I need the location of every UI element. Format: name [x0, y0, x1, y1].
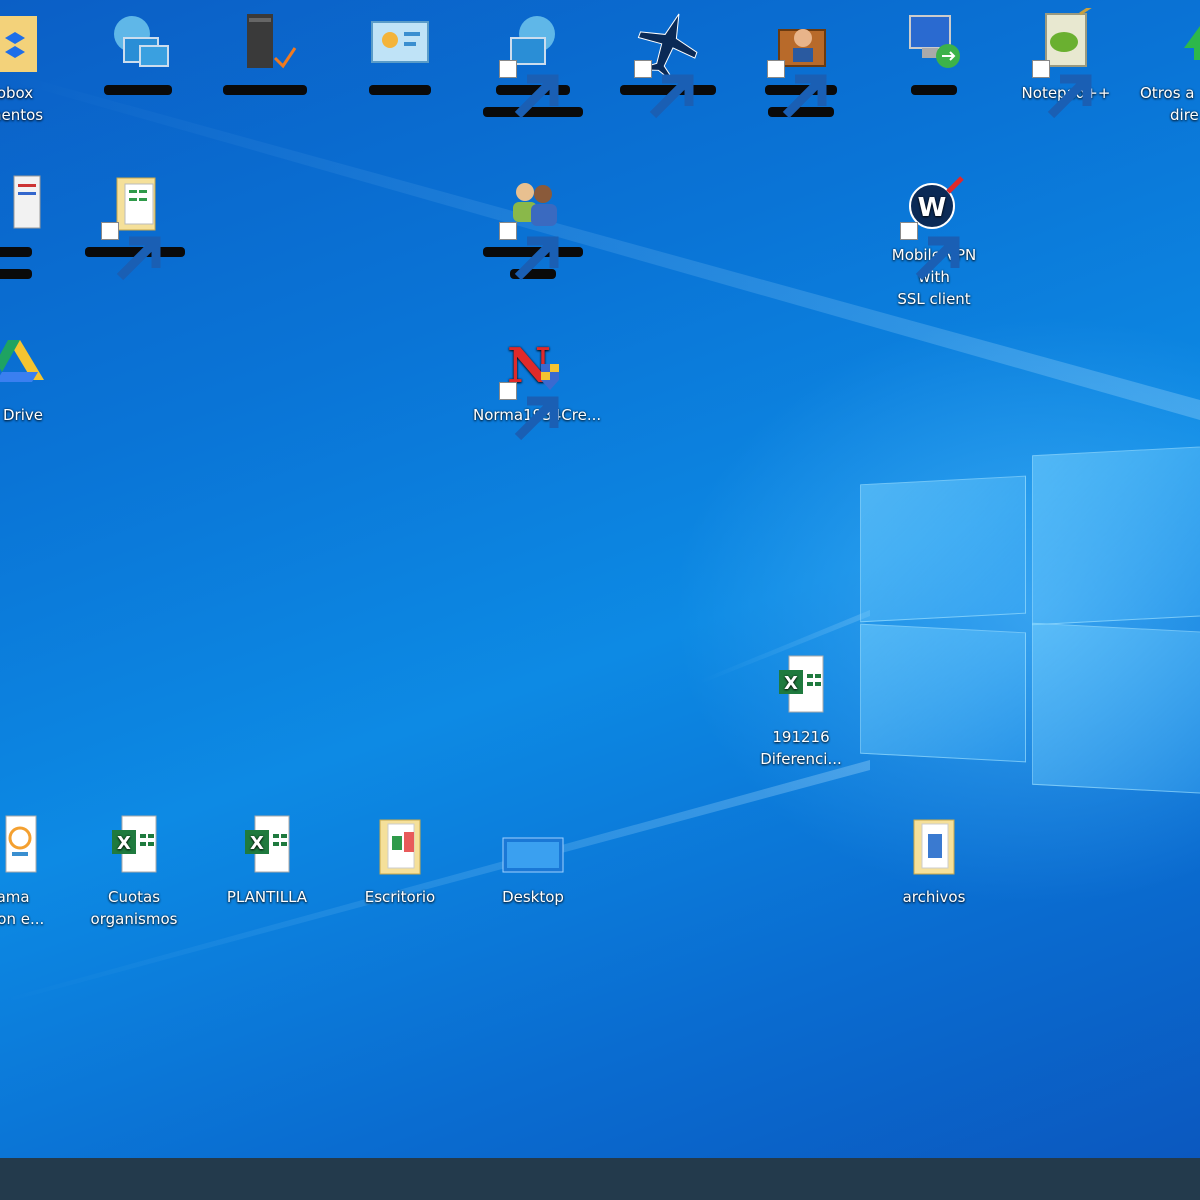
desktop-icon-escritorio[interactable]: Escritorio — [340, 812, 460, 908]
shortcut-arrow-icon — [634, 60, 694, 119]
desktop-icon-label: 191216 — [772, 728, 830, 746]
redacted-label — [0, 269, 32, 279]
desktop-icon-programa[interactable]: rama acion e... — [0, 812, 70, 930]
desktop-icon-label: Diferenci... — [760, 750, 842, 768]
redacted-label — [223, 85, 307, 95]
redacted-label — [104, 85, 172, 95]
server-icon — [247, 14, 297, 69]
desktop-icon-users[interactable] — [473, 170, 593, 288]
desktop-icon-label: acion e... — [0, 910, 45, 928]
redacted-label — [911, 85, 957, 95]
desktop-icon-label: organismos — [90, 910, 178, 928]
windows-logo — [860, 430, 1200, 820]
google-drive-icon — [0, 340, 44, 382]
desktop-icon-notepadpp[interactable]: Notepad++ — [1006, 8, 1126, 119]
network-globe-icon — [114, 16, 169, 67]
desktop-icon-label: obox — [0, 84, 34, 102]
desktop-icon-gdrive[interactable]: e Drive — [0, 330, 76, 426]
redacted-label — [0, 247, 32, 257]
desktop-icon-cuotas[interactable]: X Cuotas organismos — [74, 812, 194, 930]
desktop-icon-remote-desktop[interactable] — [874, 8, 994, 104]
svg-text:X: X — [784, 673, 798, 694]
folder-icon — [379, 819, 421, 875]
desktop-icon-label: e Drive — [0, 406, 43, 424]
desktop-icon-xls-191216[interactable]: X 191216 Diferenci... — [741, 652, 861, 770]
svg-text:W: W — [918, 193, 947, 223]
svg-text:X: X — [250, 833, 264, 854]
desktop-icon-label: PLANTILLA — [226, 888, 308, 906]
taskbar[interactable] — [0, 1158, 1200, 1200]
desktop-icon-remote-globe[interactable] — [473, 8, 593, 126]
desktop-icon-plane[interactable] — [608, 8, 728, 119]
desktop-icon-dropbox[interactable]: obox mentos — [0, 8, 75, 126]
desktop-icon-label: mentos — [0, 106, 44, 124]
remote-desktop-icon — [909, 15, 960, 68]
shortcut-arrow-icon — [900, 222, 960, 281]
desktop-icon-archivos[interactable]: archivos — [874, 812, 994, 908]
desktop-icon-server[interactable] — [205, 8, 325, 104]
redacted-label — [369, 85, 431, 95]
program-document-icon — [5, 815, 37, 873]
desktop-icon-otros[interactable]: Otros a dire — [1140, 8, 1200, 126]
desktop-icon-label: Desktop — [502, 888, 564, 906]
excel-file-icon: X — [112, 815, 157, 873]
shortcut-arrow-icon — [101, 222, 161, 281]
desktop-icon-folder-sheet[interactable] — [75, 170, 195, 281]
shortcut-arrow-icon — [767, 60, 827, 119]
desktop-icon-label: Otros a — [1140, 84, 1195, 102]
desktop-icon-desktop-folder[interactable]: Desktop — [473, 812, 593, 908]
svg-text:X: X — [117, 833, 131, 854]
dropbox-icon — [0, 16, 37, 72]
desktop-icon-label: Escritorio — [364, 888, 436, 906]
desktop-icon-label: Cuotas — [107, 888, 161, 906]
green-arrow-icon — [1184, 26, 1200, 60]
desktop-icon-vpn[interactable]: W Mobile VPN with SSL client — [874, 170, 994, 310]
folder-icon — [913, 819, 955, 875]
desktop-folder-icon — [502, 837, 564, 873]
excel-file-icon: X — [779, 655, 824, 713]
excel-file-icon: X — [245, 815, 290, 873]
desktop-icon-label: archivos — [902, 888, 966, 906]
desktop-icon-label: rama — [0, 888, 30, 906]
desktop-icon-control[interactable] — [340, 8, 460, 104]
shortcut-arrow-icon — [499, 60, 559, 119]
control-panel-icon — [371, 21, 429, 63]
desktop-icon-docs[interactable] — [0, 170, 72, 288]
desktop-icon-network[interactable] — [78, 8, 198, 104]
desktop-background: obox mentos Notepad++ Otros a d — [0, 0, 1200, 1158]
desktop-icon-briefcase[interactable] — [741, 8, 861, 126]
shortcut-arrow-icon — [499, 382, 559, 441]
documents-icon — [13, 175, 41, 229]
desktop-icon-plantilla[interactable]: X PLANTILLA — [207, 812, 327, 908]
shortcut-arrow-icon — [499, 222, 559, 281]
desktop-icon-norma[interactable]: N Norma1934Cre... — [473, 330, 601, 441]
shortcut-arrow-icon — [1032, 60, 1092, 119]
desktop-icon-label: dire — [1170, 106, 1199, 124]
